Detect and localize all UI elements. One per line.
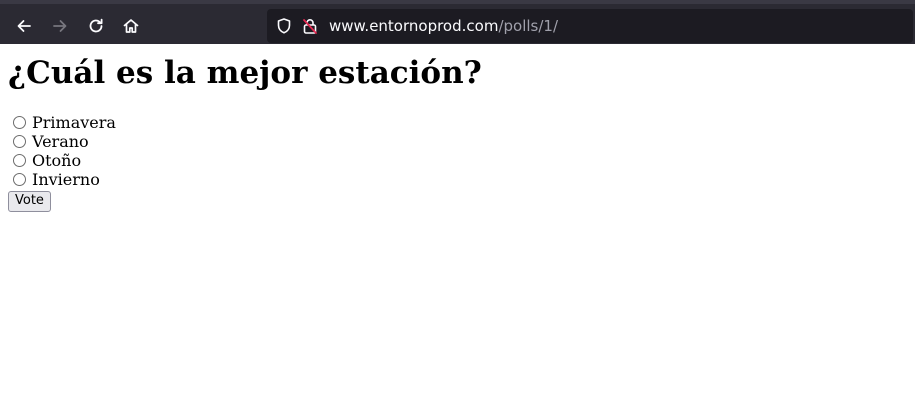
choice-label[interactable]: Verano — [32, 132, 89, 151]
forward-button[interactable] — [46, 12, 74, 40]
browser-toolbar: www.entornoprod.com/polls/1/ — [0, 0, 915, 44]
page-content: ¿Cuál es la mejor estación? Primavera Ve… — [0, 55, 915, 212]
url-host: www.entornoprod.com — [329, 17, 499, 35]
choice-radio[interactable] — [13, 173, 26, 186]
url-path: /polls/1/ — [498, 17, 559, 35]
choice-label[interactable]: Invierno — [32, 170, 100, 189]
choice-label[interactable]: Otoño — [32, 151, 81, 170]
home-icon — [123, 19, 139, 33]
choice-option[interactable]: Primavera — [8, 113, 907, 132]
insecure-lock-icon[interactable] — [301, 17, 319, 35]
address-bar[interactable]: www.entornoprod.com/polls/1/ — [267, 9, 913, 43]
choice-radio[interactable] — [13, 135, 26, 148]
arrow-left-icon — [17, 20, 31, 32]
choice-label[interactable]: Primavera — [32, 113, 116, 132]
shield-icon[interactable] — [275, 17, 293, 35]
reload-button[interactable] — [82, 12, 110, 40]
vote-form: Primavera Verano Otoño Invierno Vote — [8, 113, 907, 212]
choice-option[interactable]: Verano — [8, 132, 907, 151]
reload-icon — [89, 18, 103, 33]
url-text[interactable]: www.entornoprod.com/polls/1/ — [329, 16, 558, 36]
arrow-right-icon — [53, 20, 67, 32]
choice-option[interactable]: Otoño — [8, 151, 907, 170]
poll-question: ¿Cuál es la mejor estación? — [8, 55, 482, 91]
choice-radio[interactable] — [13, 116, 26, 129]
home-button[interactable] — [117, 12, 145, 40]
back-button[interactable] — [10, 12, 38, 40]
vote-button[interactable]: Vote — [8, 191, 51, 212]
choice-option[interactable]: Invierno — [8, 170, 907, 189]
choice-radio[interactable] — [13, 154, 26, 167]
